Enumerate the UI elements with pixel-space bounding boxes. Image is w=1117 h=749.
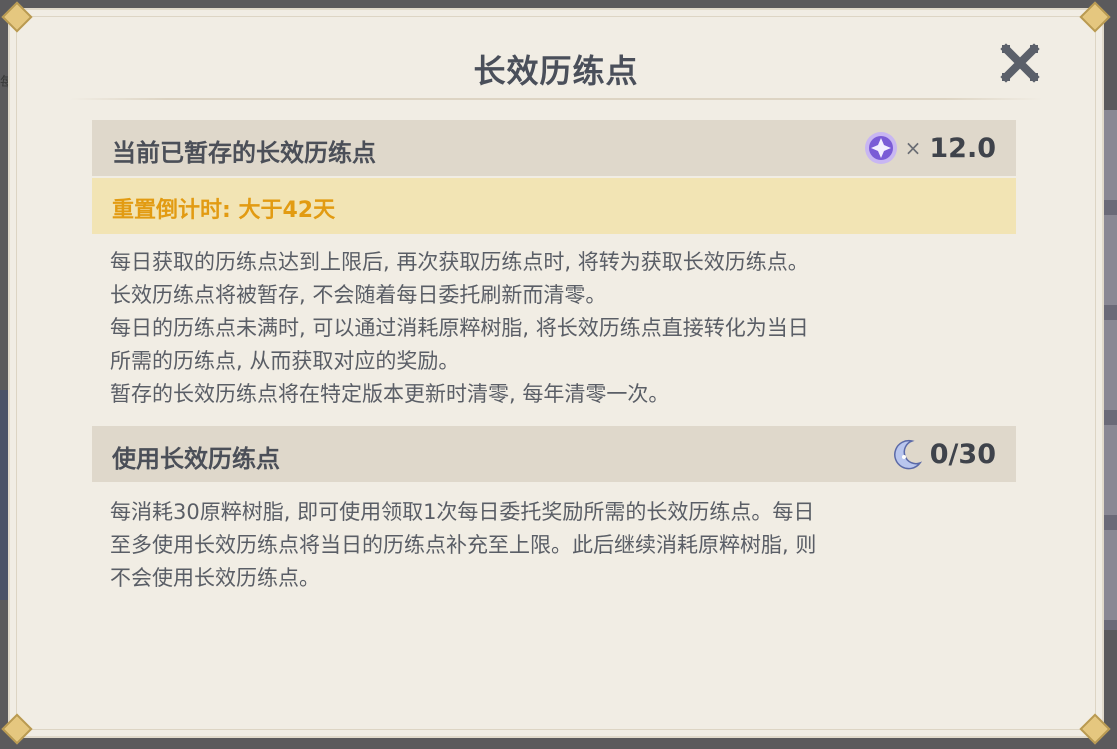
stored-points-value: 12.0 [929, 132, 996, 164]
description-line: 不会使用长效历练点。 [110, 566, 320, 590]
reset-countdown-bar: 重置倒计时: 大于42天 [92, 178, 1016, 234]
use-points-label: 使用长效历练点 [112, 445, 280, 473]
corner-ornament [1079, 1, 1111, 33]
dialog-title: 长效历练点 [473, 52, 639, 90]
use-points-value: 0/30 [929, 438, 996, 470]
description-line: 暂存的长效历练点将在特定版本更新时清零, 每年清零一次。 [110, 382, 670, 406]
corner-ornament [1079, 713, 1111, 745]
use-points-description: 每消耗30原粹树脂, 即可使用领取1次每日委托奖励所需的长效历练点。每日 至多使… [110, 496, 1010, 595]
stored-points-description: 每日获取的历练点达到上限后, 再次获取历练点时, 将转为获取长效历练点。 长效历… [110, 246, 1010, 411]
stored-points-label: 当前已暂存的长效历练点 [112, 139, 376, 167]
corner-ornament [1, 713, 33, 745]
description-line: 每日获取的历练点达到上限后, 再次获取历练点时, 将转为获取长效历练点。 [110, 250, 809, 274]
corner-ornament [1, 1, 33, 33]
crescent-moon-icon [893, 439, 922, 470]
purple-star-icon [864, 132, 897, 164]
stored-points-header: 当前已暂存的长效历练点 × 12.0 [92, 120, 1016, 176]
use-points-value-group: 0/30 [890, 436, 996, 472]
close-button[interactable] [1000, 43, 1040, 83]
description-line: 每消耗30原粹树脂, 即可使用领取1次每日委托奖励所需的长效历练点。每日 [110, 500, 815, 524]
close-icon [1000, 43, 1040, 83]
reset-countdown-text: 重置倒计时: 大于42天 [112, 198, 336, 223]
title-divider [70, 98, 1042, 100]
use-points-header: 使用长效历练点 0/30 [92, 426, 1016, 482]
description-line: 每日的历练点未满时, 可以通过消耗原粹树脂, 将长效历练点直接转化为当日 [110, 316, 809, 340]
long-term-points-dialog: 长效历练点 当前已暂存的长效历练点 × 12.0 重置倒计时: 大于42天 每日… [1, 1, 1111, 745]
description-line: 所需的历练点, 从而获取对应的奖励。 [110, 349, 460, 373]
multiplier-sign: × [904, 136, 922, 160]
description-line: 长效历练点将被暂存, 不会随着每日委托刷新而清零。 [110, 283, 607, 307]
stored-points-value-group: × 12.0 [863, 130, 996, 166]
description-line: 至多使用长效历练点将当日的历练点补充至上限。此后继续消耗原粹树脂, 则 [110, 533, 817, 557]
